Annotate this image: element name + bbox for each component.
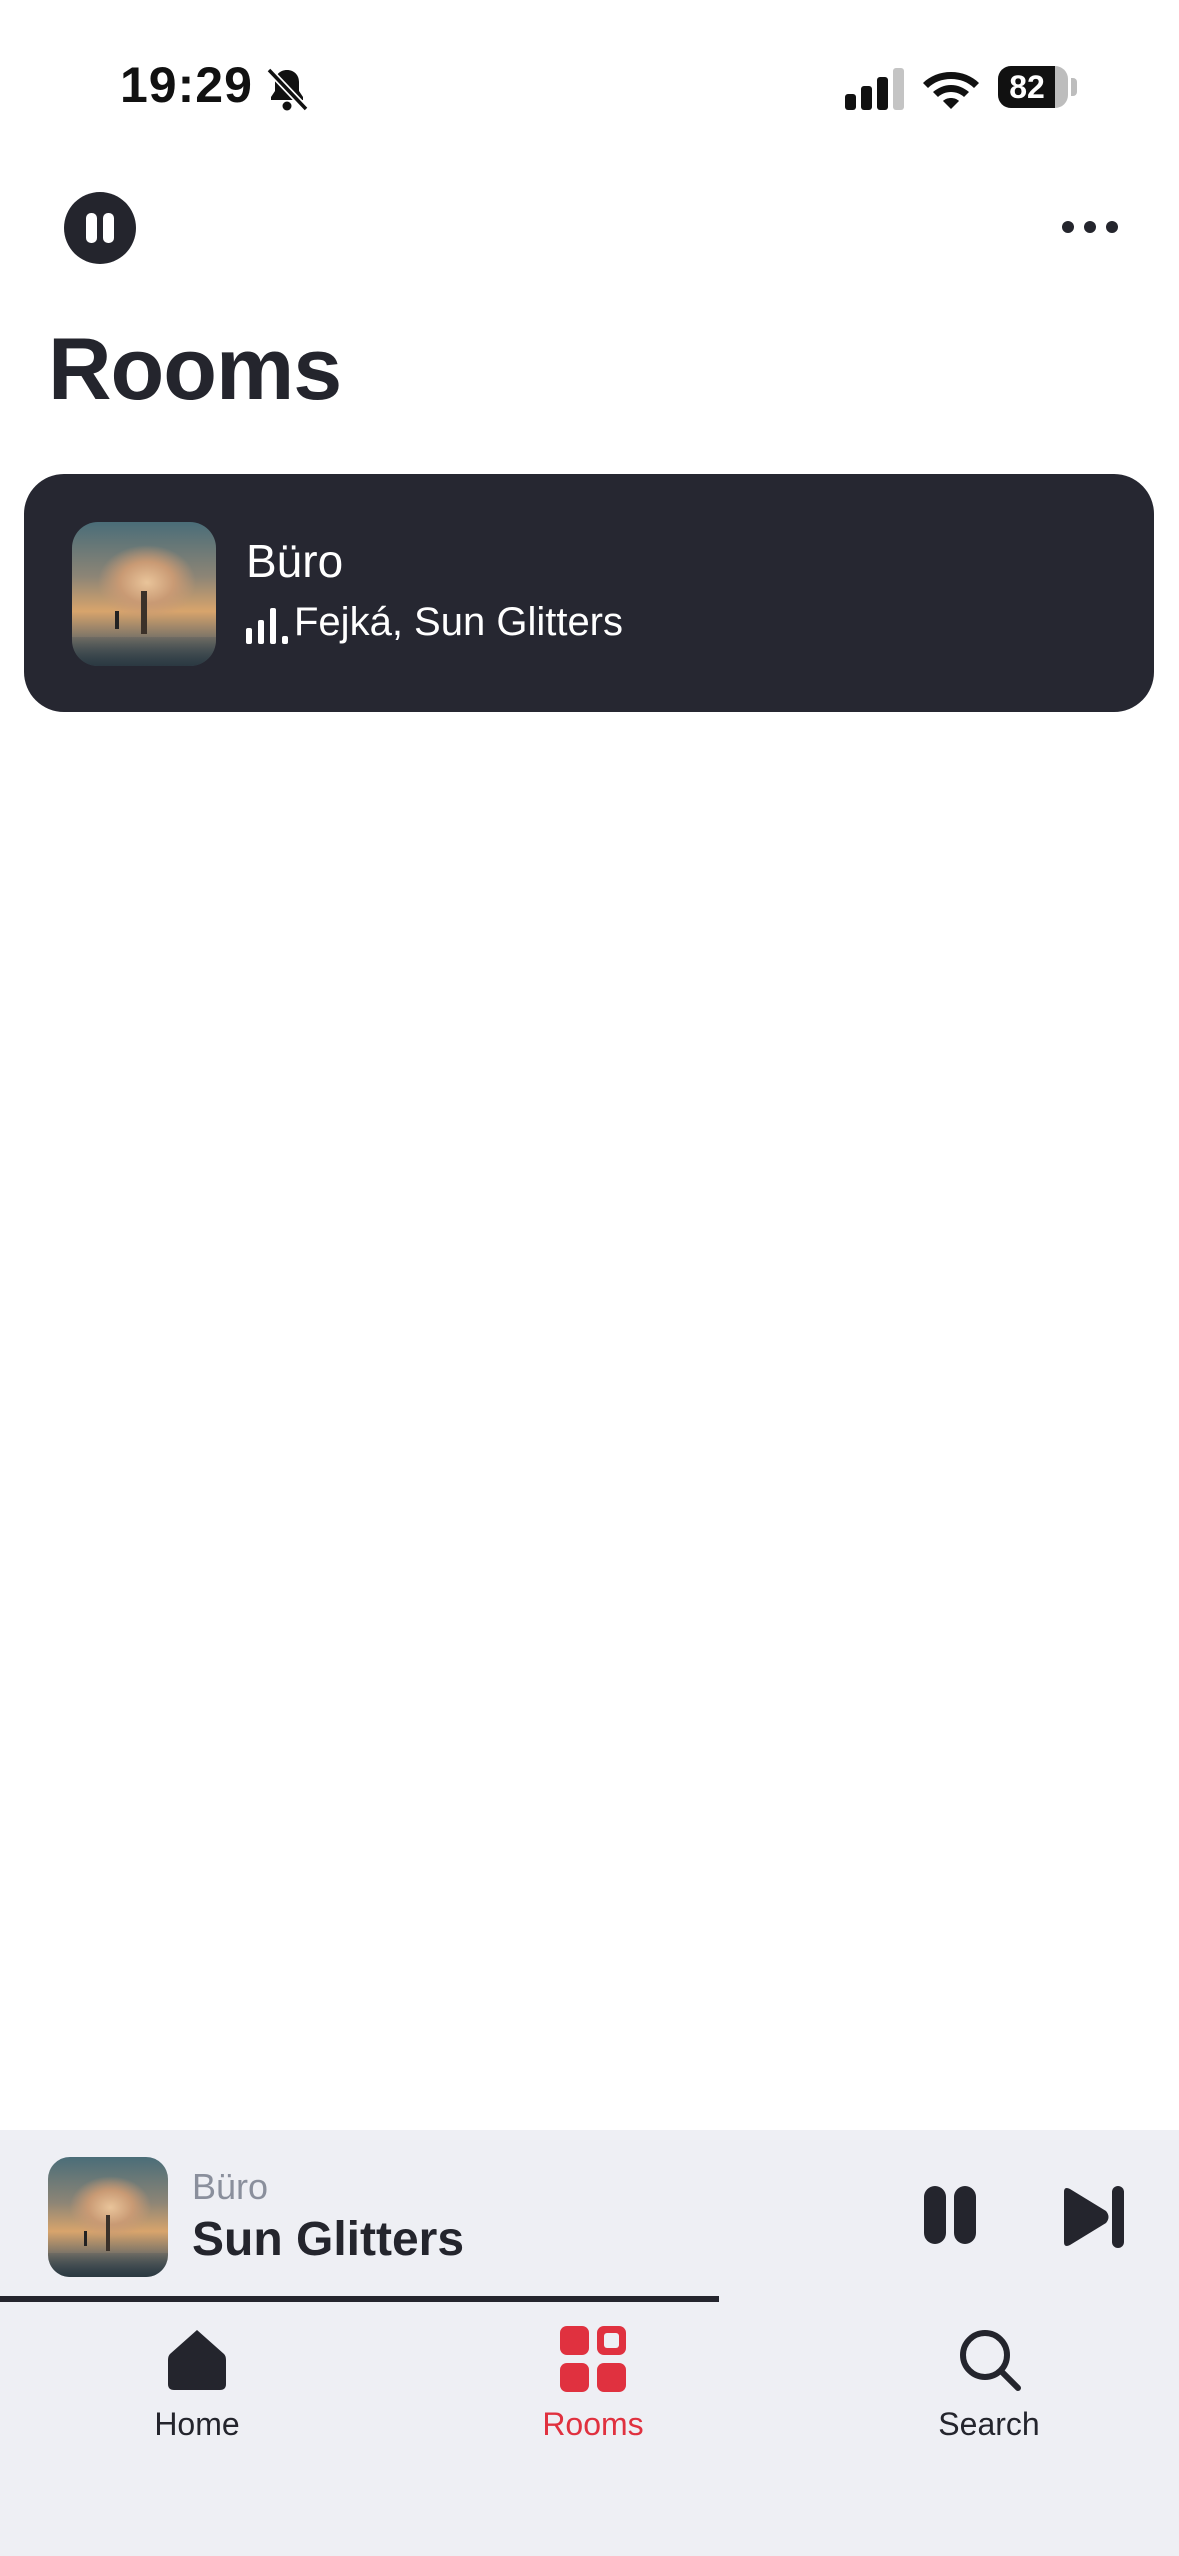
room-name: Büro xyxy=(246,535,344,587)
album-art xyxy=(72,522,216,666)
skip-next-button[interactable] xyxy=(1060,2182,1130,2252)
bell-slash-icon xyxy=(266,67,309,112)
ellipsis-icon xyxy=(1062,221,1074,233)
battery-level: 82 xyxy=(1009,69,1045,105)
pause-all-button[interactable] xyxy=(64,192,136,264)
tab-rooms-label: Rooms xyxy=(542,2406,644,2442)
skip-next-icon xyxy=(1064,2188,1109,2246)
tab-home[interactable]: Home xyxy=(47,2326,347,2466)
equalizer-icon xyxy=(246,608,288,644)
tab-rooms[interactable]: Rooms xyxy=(443,2326,743,2466)
mini-player-room: Büro xyxy=(192,2166,269,2207)
ellipsis-dot xyxy=(1106,221,1118,233)
mini-player[interactable]: Büro Sun Glitters xyxy=(0,2130,1179,2300)
battery-icon: 82 xyxy=(998,66,1068,108)
pause-button[interactable] xyxy=(920,2186,980,2246)
tab-bar: Home Rooms Search xyxy=(0,2302,1179,2556)
tab-search[interactable]: Search xyxy=(839,2326,1139,2466)
tab-search-label: Search xyxy=(938,2406,1040,2442)
ellipsis-dot xyxy=(1084,221,1096,233)
status-time: 19:29 xyxy=(120,57,253,113)
mini-album-art xyxy=(48,2157,168,2277)
tab-home-label: Home xyxy=(154,2406,240,2442)
room-now-playing: Fejká, Sun Glitters xyxy=(294,600,624,644)
rooms-grid-icon xyxy=(560,2326,626,2392)
pause-icon-bar xyxy=(954,2186,976,2244)
mini-player-title: Sun Glitters xyxy=(192,2213,465,2266)
more-options-button[interactable] xyxy=(1058,200,1122,250)
home-icon xyxy=(168,2330,226,2390)
pause-icon-bar xyxy=(103,213,114,243)
room-card[interactable]: Büro Fejká, Sun Glitters xyxy=(24,474,1154,712)
pause-icon xyxy=(86,213,97,243)
page-title: Rooms xyxy=(48,319,342,418)
search-icon xyxy=(960,2330,1021,2391)
cellular-signal-icon xyxy=(845,68,904,110)
pause-icon xyxy=(924,2186,946,2244)
battery-tip xyxy=(1071,78,1077,96)
wifi-icon xyxy=(923,72,979,109)
